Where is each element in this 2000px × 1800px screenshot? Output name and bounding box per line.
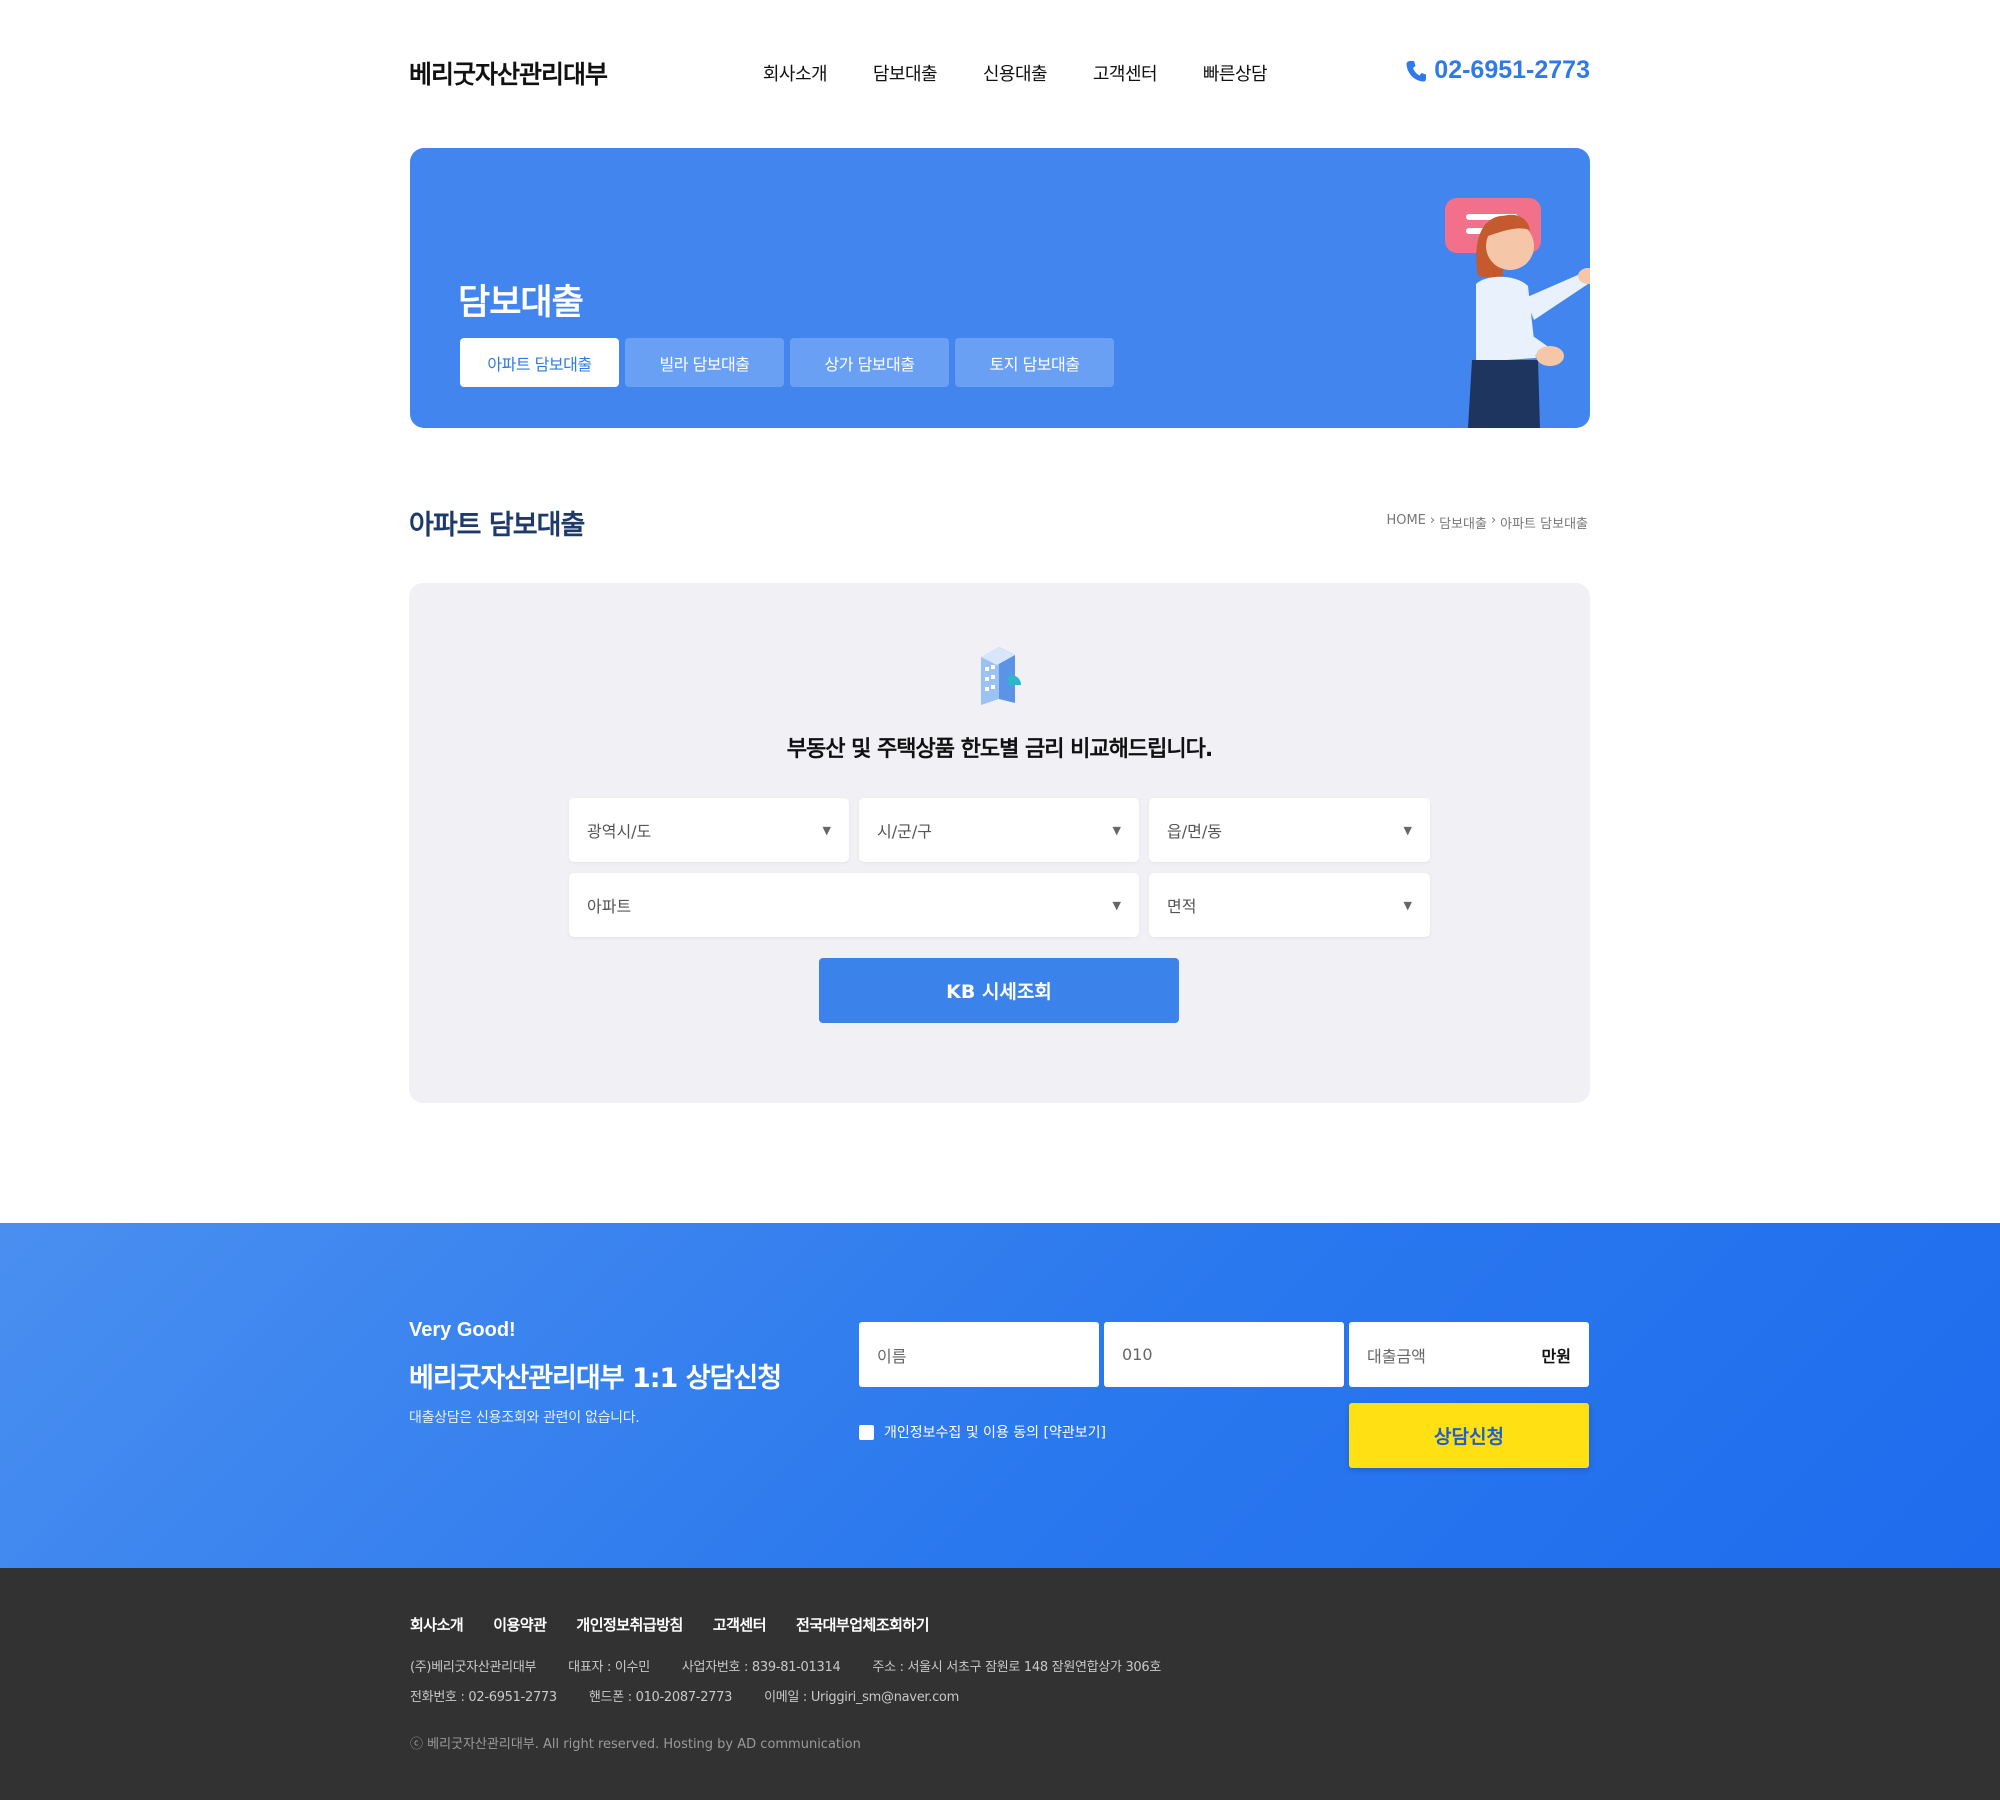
company-address: 주소 : 서울시 서초구 잠원로 148 잠원연합상가 306호 (872, 1660, 1162, 1675)
nav-item-quick-consult[interactable]: 빠른상담 (1180, 60, 1290, 86)
copyright: ⓒ 베리굿자산관리대부. All right reserved. Hosting… (410, 1737, 861, 1752)
representative: 대표자 : 이수민 (568, 1660, 650, 1675)
breadcrumb-separator: › (1429, 513, 1436, 528)
page-title: 아파트 담보대출 (409, 510, 585, 541)
chevron-down-icon: ▼ (822, 823, 831, 837)
city-select-label: 시/군/구 (877, 822, 932, 841)
company-mobile: 핸드폰 : 010-2087-2773 (588, 1690, 733, 1705)
name-input-placeholder: 이름 (877, 1346, 907, 1366)
footer-link-customer-center[interactable]: 고객센터 (713, 1614, 767, 1635)
chevron-down-icon: ▼ (1112, 823, 1121, 837)
tab-apartment-loan[interactable]: 아파트 담보대출 (460, 338, 619, 387)
chevron-down-icon: ▼ (1403, 898, 1412, 912)
chevron-down-icon: ▼ (1112, 898, 1121, 912)
main-nav: 회사소개 담보대출 신용대출 고객센터 빠른상담 (740, 60, 1290, 86)
site-footer: 회사소개 이용약관 개인정보취급방침 고객센터 전국대부업체조회하기 (주)베리… (0, 1568, 2000, 1800)
privacy-agreement: 개인정보수집 및 이용 동의 [약관보기] (859, 1422, 1106, 1442)
apartment-select-label: 아파트 (587, 897, 632, 916)
site-logo[interactable]: 베리굿자산관리대부 (409, 55, 608, 91)
breadcrumb: HOME › 담보대출 › 아파트 담보대출 (1386, 513, 1588, 532)
loan-amount-input[interactable]: 대출금액 만원 (1349, 1322, 1589, 1387)
footer-link-company[interactable]: 회사소개 (410, 1614, 464, 1635)
amount-unit: 만원 (1541, 1346, 1571, 1366)
nav-item-secured-loan[interactable]: 담보대출 (850, 60, 960, 86)
tab-commercial-loan[interactable]: 상가 담보대출 (790, 338, 949, 387)
hero-banner: 담보대출 아파트 담보대출 빌라 담보대출 상가 담보대출 토지 담보대출 (410, 148, 1590, 428)
kb-price-search-button[interactable]: KB 시세조회 (819, 958, 1179, 1023)
company-email: 이메일 : Uriggiri_sm@naver.com (764, 1690, 959, 1705)
company-name: (주)베리굿자산관리대부 (410, 1660, 537, 1675)
breadcrumb-home[interactable]: HOME (1386, 513, 1425, 532)
area-select[interactable]: 면적 ▼ (1149, 873, 1430, 937)
footer-nav: 회사소개 이용약관 개인정보취급방침 고객센터 전국대부업체조회하기 (410, 1614, 930, 1635)
site-header: 베리굿자산관리대부 회사소개 담보대출 신용대출 고객센터 빠른상담 02-69… (0, 0, 2000, 148)
breadcrumb-separator: › (1490, 513, 1497, 528)
privacy-agree-checkbox[interactable] (859, 1424, 874, 1440)
town-select-label: 읍/면/동 (1167, 822, 1222, 841)
phone-input[interactable]: 010 (1104, 1322, 1344, 1387)
consult-description: 대출상담은 신용조회와 관련이 없습니다. (409, 1410, 640, 1426)
nav-item-company[interactable]: 회사소개 (740, 60, 850, 86)
nav-item-customer-center[interactable]: 고객센터 (1070, 60, 1180, 86)
breadcrumb-secured-loan[interactable]: 담보대출 (1439, 513, 1487, 532)
business-number: 사업자번호 : 839-81-01314 (681, 1660, 841, 1675)
company-phone: 전화번호 : 02-6951-2773 (410, 1690, 557, 1705)
town-select[interactable]: 읍/면/동 ▼ (1149, 798, 1430, 862)
consult-tagline: Very Good! (409, 1319, 516, 1341)
phone-icon (1406, 60, 1427, 82)
chevron-down-icon: ▼ (1403, 823, 1412, 837)
price-search-panel: 부동산 및 주택상품 한도별 금리 비교해드립니다. 광역시/도 ▼ 시/군/구… (409, 583, 1590, 1103)
footer-link-lender-lookup[interactable]: 전국대부업체조회하기 (796, 1614, 930, 1635)
search-heading: 부동산 및 주택상품 한도별 금리 비교해드립니다. (786, 737, 1213, 762)
name-input[interactable]: 이름 (859, 1322, 1099, 1387)
woman-figure (1468, 214, 1590, 428)
phone-input-placeholder: 010 (1122, 1345, 1153, 1364)
handshake-illustration (1445, 198, 1590, 428)
consultation-section: Very Good! 베리굿자산관리대부 1:1 상담신청 대출상담은 신용조회… (0, 1223, 2000, 1568)
footer-link-privacy[interactable]: 개인정보취급방침 (576, 1614, 683, 1635)
consult-title: 베리굿자산관리대부 1:1 상담신청 (409, 1363, 782, 1394)
area-select-label: 면적 (1167, 897, 1197, 916)
phone-number: 02-6951-2773 (1434, 56, 1590, 84)
banner-title: 담보대출 (458, 283, 584, 323)
province-select[interactable]: 광역시/도 ▼ (569, 798, 849, 862)
company-info-line-1: (주)베리굿자산관리대부 대표자 : 이수민 사업자번호 : 839-81-01… (410, 1656, 1161, 1675)
loan-tabs: 아파트 담보대출 빌라 담보대출 상가 담보대출 토지 담보대출 (460, 338, 1114, 387)
breadcrumb-current: 아파트 담보대출 (1500, 517, 1588, 532)
footer-link-terms[interactable]: 이용약관 (493, 1614, 547, 1635)
province-select-label: 광역시/도 (587, 822, 652, 841)
nav-item-credit-loan[interactable]: 신용대출 (960, 60, 1070, 86)
city-select[interactable]: 시/군/구 ▼ (859, 798, 1139, 862)
company-info-line-2: 전화번호 : 02-6951-2773 핸드폰 : 010-2087-2773 … (410, 1686, 959, 1705)
tab-villa-loan[interactable]: 빌라 담보대출 (625, 338, 784, 387)
privacy-agree-label[interactable]: 개인정보수집 및 이용 동의 [약관보기] (884, 1422, 1106, 1442)
apartment-select[interactable]: 아파트 ▼ (569, 873, 1139, 937)
loan-amount-placeholder: 대출금액 (1367, 1346, 1426, 1366)
consult-submit-button[interactable]: 상담신청 (1349, 1403, 1589, 1468)
header-phone[interactable]: 02-6951-2773 (1406, 56, 1590, 85)
building-icon (981, 647, 1021, 705)
